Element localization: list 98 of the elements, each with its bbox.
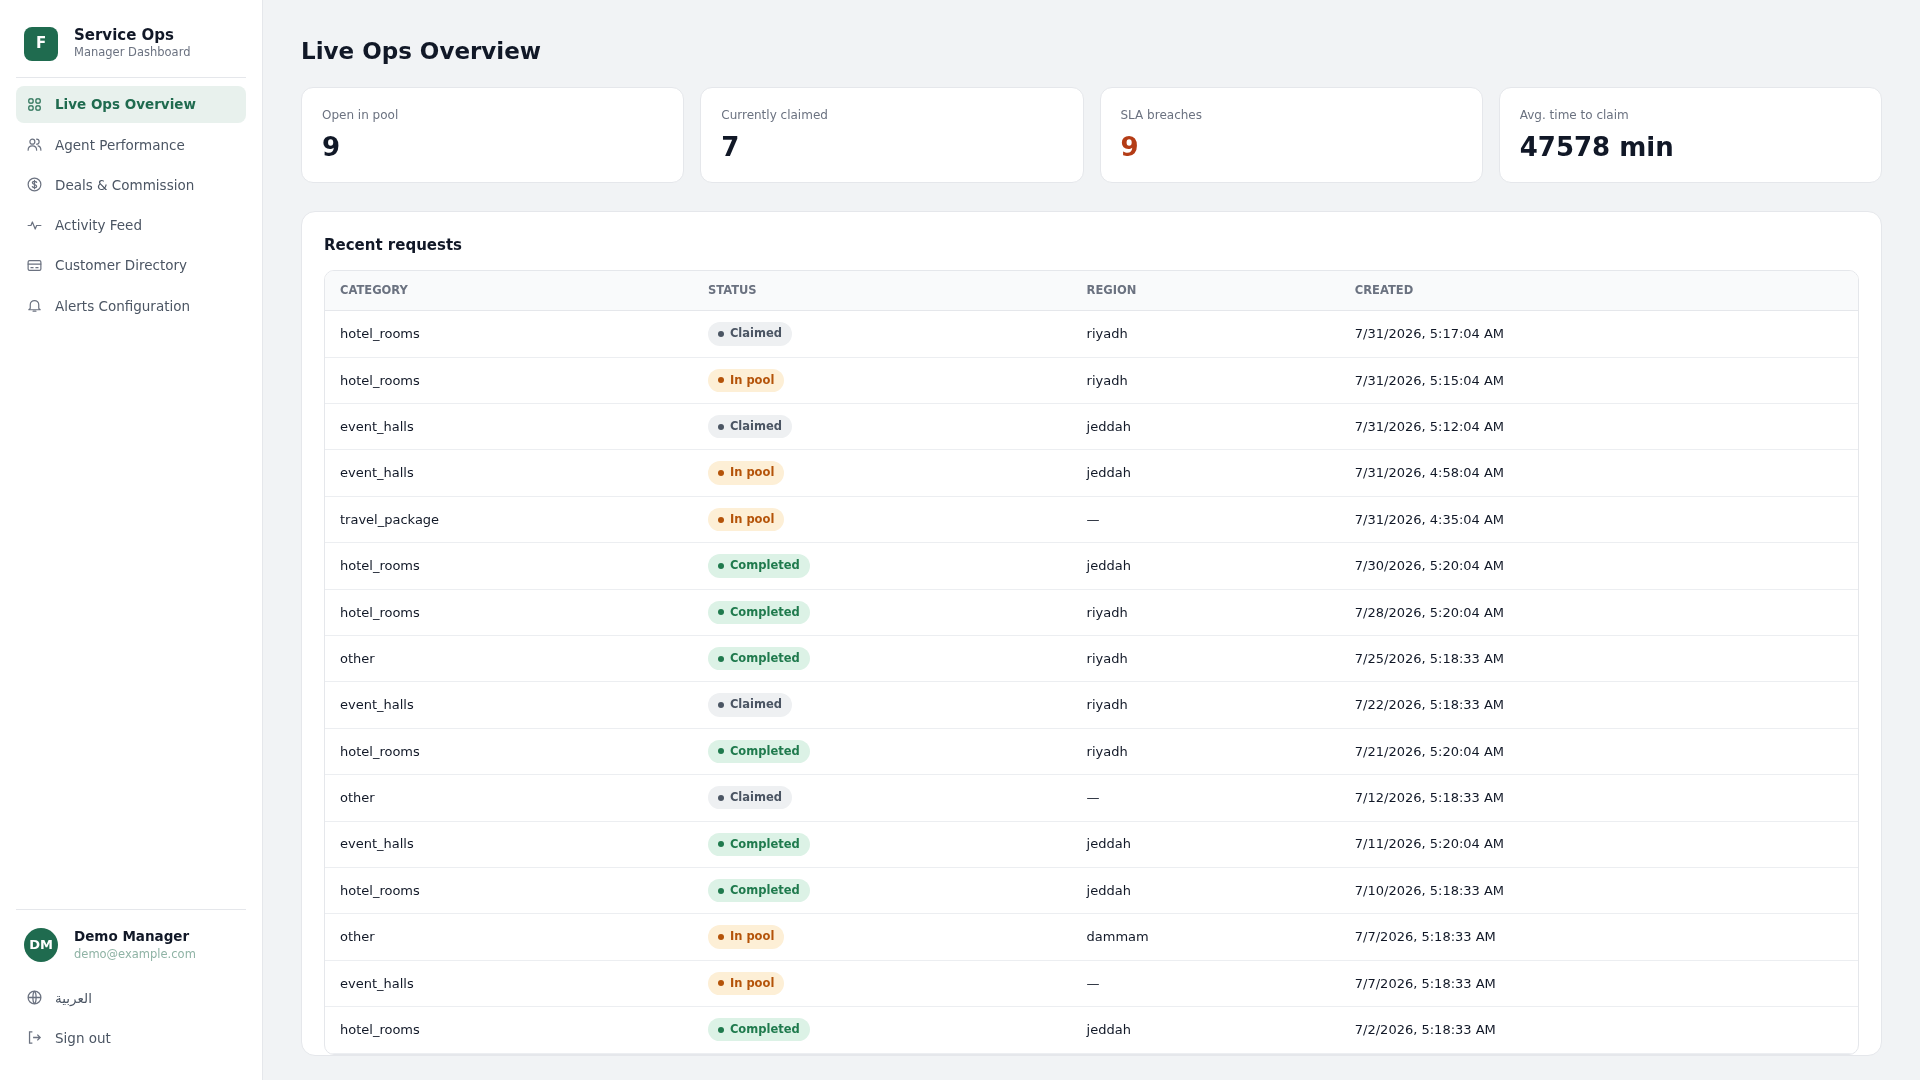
table-cell: 7/31/2026, 5:15:04 AM bbox=[1354, 372, 1505, 388]
table-cell: event_halls bbox=[340, 465, 414, 481]
table-cell: — bbox=[1086, 975, 1100, 991]
table-cell: dammam bbox=[1086, 929, 1149, 945]
status-badge: In pool bbox=[707, 368, 785, 392]
brand-subtitle: Manager Dashboard bbox=[74, 44, 191, 61]
status-badge: In pool bbox=[707, 925, 785, 949]
status-badge: Completed bbox=[707, 600, 810, 624]
brand-logo: F bbox=[24, 26, 58, 61]
table-cell: 7/7/2026, 5:18:33 AM bbox=[1354, 975, 1496, 991]
status-badge: In pool bbox=[707, 461, 785, 485]
table-cell: 7/10/2026, 5:18:33 AM bbox=[1354, 882, 1505, 898]
table-cell: event_halls bbox=[340, 418, 414, 434]
status-badge: Completed bbox=[707, 554, 810, 578]
table-cell: 7/31/2026, 4:58:04 AM bbox=[1354, 465, 1505, 481]
column-header: CATEGORY bbox=[325, 271, 693, 311]
table-cell: riyadh bbox=[1086, 604, 1128, 620]
nav-item[interactable]: Agent Performance bbox=[16, 126, 246, 163]
stat-value: 9 bbox=[1120, 130, 1140, 164]
status-badge: In pool bbox=[707, 971, 785, 996]
table-cell: hotel_rooms bbox=[340, 604, 420, 620]
table-cell: hotel_rooms bbox=[340, 743, 420, 759]
status-badge: In pool bbox=[707, 507, 785, 532]
table-cell: hotel_rooms bbox=[340, 882, 420, 898]
stat-value: 9 bbox=[322, 130, 342, 164]
table-cell: hotel_rooms bbox=[340, 372, 420, 388]
table-cell: 7/12/2026, 5:18:33 AM bbox=[1354, 790, 1505, 806]
status-badge: Completed bbox=[707, 832, 810, 856]
table-cell: other bbox=[340, 650, 375, 666]
stat-label: Currently claimed bbox=[721, 106, 829, 124]
table-cell: 7/28/2026, 5:20:04 AM bbox=[1354, 604, 1505, 620]
dollar-icon bbox=[26, 176, 43, 194]
table-cell: riyadh bbox=[1086, 326, 1128, 342]
stat-label: Avg. time to claim bbox=[1519, 106, 1630, 124]
status-badge: Claimed bbox=[707, 786, 792, 810]
status-badge: Claimed bbox=[707, 322, 792, 346]
table-cell: event_halls bbox=[340, 975, 414, 991]
table-cell: other bbox=[340, 790, 375, 806]
table-cell: — bbox=[1086, 790, 1100, 806]
table-cell: jeddah bbox=[1086, 418, 1131, 434]
table-cell: 7/21/2026, 5:20:04 AM bbox=[1354, 743, 1505, 759]
table-cell: 7/25/2026, 5:18:33 AM bbox=[1354, 650, 1505, 666]
column-header: CREATED bbox=[1339, 271, 1858, 311]
table-cell: 7/7/2026, 5:18:33 AM bbox=[1354, 929, 1496, 945]
table-cell: jeddah bbox=[1086, 465, 1131, 481]
nav-item[interactable]: Deals & Commission bbox=[16, 166, 246, 203]
nav-item[interactable]: Live Ops Overview bbox=[16, 86, 246, 123]
stat-label: Open in pool bbox=[322, 106, 400, 124]
nav-item[interactable]: Activity Feed bbox=[16, 207, 246, 244]
status-badge: Completed bbox=[707, 879, 810, 903]
table-cell: riyadh bbox=[1086, 650, 1128, 666]
status-badge: Completed bbox=[707, 647, 810, 671]
table-cell: jeddah bbox=[1086, 882, 1131, 898]
users-icon bbox=[26, 136, 43, 154]
table-cell: event_halls bbox=[340, 697, 414, 713]
table-cell: riyadh bbox=[1086, 743, 1128, 759]
table-title: Recent requests bbox=[324, 234, 464, 256]
user-name: Demo Manager bbox=[74, 927, 191, 946]
table-cell: hotel_rooms bbox=[340, 1022, 420, 1038]
table-cell: event_halls bbox=[340, 836, 414, 852]
status-badge: Completed bbox=[707, 1018, 810, 1042]
user-email: demo@example.com bbox=[74, 946, 196, 964]
sign-out-icon bbox=[26, 1029, 43, 1047]
globe-icon bbox=[26, 989, 43, 1007]
table-cell: other bbox=[340, 929, 375, 945]
table-cell: 7/31/2026, 5:17:04 AM bbox=[1354, 326, 1505, 342]
stat-value: 47578 min bbox=[1519, 130, 1675, 164]
table-cell: hotel_rooms bbox=[340, 326, 420, 342]
status-badge: Completed bbox=[707, 739, 810, 764]
stat-value: 7 bbox=[721, 130, 741, 164]
table-cell: 7/22/2026, 5:18:33 AM bbox=[1354, 697, 1505, 713]
table-cell: — bbox=[1086, 511, 1100, 527]
user-avatar: DM bbox=[24, 927, 58, 962]
bell-icon bbox=[26, 297, 43, 315]
table-cell: 7/11/2026, 5:20:04 AM bbox=[1354, 836, 1505, 852]
table-cell: 7/31/2026, 4:35:04 AM bbox=[1354, 511, 1505, 527]
column-header: REGION bbox=[1071, 271, 1340, 311]
grid-icon bbox=[26, 95, 43, 113]
column-header: STATUS bbox=[692, 271, 1072, 311]
brand-title: Service Ops bbox=[74, 26, 175, 44]
table-cell: riyadh bbox=[1086, 372, 1128, 388]
status-badge: Claimed bbox=[707, 415, 792, 439]
table-cell: travel_package bbox=[340, 511, 440, 527]
table-cell: 7/31/2026, 5:12:04 AM bbox=[1354, 418, 1505, 434]
table-cell: jeddah bbox=[1086, 836, 1131, 852]
table-cell: jeddah bbox=[1086, 1022, 1131, 1038]
stat-label: SLA breaches bbox=[1120, 106, 1203, 124]
table-cell: jeddah bbox=[1086, 558, 1131, 574]
page-title: Live Ops Overview bbox=[301, 37, 543, 66]
status-badge: Claimed bbox=[707, 693, 792, 717]
table-cell: riyadh bbox=[1086, 697, 1128, 713]
table-cell: 7/2/2026, 5:18:33 AM bbox=[1354, 1022, 1496, 1038]
table-cell: 7/30/2026, 5:20:04 AM bbox=[1354, 558, 1505, 574]
table-cell: hotel_rooms bbox=[340, 558, 420, 574]
nav-item[interactable]: Alerts Configuration bbox=[16, 287, 246, 324]
nav-item[interactable]: Customer Directory bbox=[16, 247, 246, 284]
language-link[interactable]: العربية bbox=[16, 979, 246, 1016]
sign-out-link[interactable]: Sign out bbox=[16, 1019, 246, 1056]
